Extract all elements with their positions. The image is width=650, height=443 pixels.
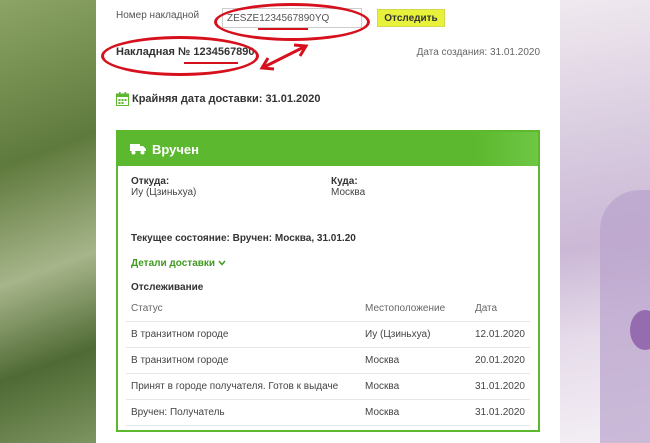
row-date: 20.01.2020 [469,347,530,374]
row-status: В транзитном городе [126,321,361,348]
delivery-deadline-text: Крайняя дата доставки: 31.01.2020 [132,93,321,105]
track-button[interactable]: Отследить [377,9,445,27]
table-header-row: Статус Местоположение Дата [126,296,530,322]
row-location: Москва [360,347,470,374]
row-status: Принят в городе получателя. Готов к выда… [126,373,361,400]
row-date: 31.01.2020 [469,399,530,426]
status-card-header: Вручен [118,132,538,166]
header-date: Дата [469,296,530,322]
row-status: Вручен: Получатель [126,399,361,426]
annotation-double-arrow [259,43,309,71]
created-date: Дата создания: 31.01.2020 [416,47,540,58]
waybill-number-label: Номер накладной [116,10,200,21]
row-status: В транзитном городе [126,347,361,374]
origin-block: Откуда: Иу (Цзиньхуа) [131,176,196,198]
table-row: В транзитном городе Иу (Цзиньхуа) 12.01.… [126,321,530,348]
row-location: Москва [360,373,470,400]
header-status: Статус [126,296,361,322]
background-right [560,0,650,443]
destination-value: Москва [331,187,366,198]
table-row: Вручен: Получатель Москва 31.01.2020 [126,399,530,426]
truck-icon [130,144,146,155]
tracking-title: Отслеживание [131,282,204,293]
background-left [0,0,96,443]
annotation-underline-input [258,28,308,30]
annotation-circle-input [214,3,370,41]
table-row: Принят в городе получателя. Готов к выда… [126,373,530,400]
annotation-circle-waybill [101,36,259,76]
row-date: 31.01.2020 [469,373,530,400]
row-location: Иу (Цзиньхуа) [360,321,470,348]
annotation-underline-waybill [184,62,238,64]
chevron-down-icon [218,260,226,266]
destination-label: Куда: [331,176,358,187]
destination-block: Куда: Москва [331,176,365,198]
tracking-panel: Номер накладной Отследить Накладная № 12… [96,0,560,443]
table-row: В транзитном городе Москва 20.01.2020 [126,347,530,374]
row-location: Москва [360,399,470,426]
tracking-table: Статус Местоположение Дата В транзитном … [126,296,530,426]
current-state: Текущее состояние: Вручен: Москва, 31.01… [131,233,356,244]
row-date: 12.01.2020 [469,321,530,348]
status-card: Вручен Откуда: Иу (Цзиньхуа) Куда: Москв… [116,130,540,432]
status-title: Вручен [152,141,200,157]
origin-value: Иу (Цзиньхуа) [131,187,197,198]
header-location: Местоположение [360,296,470,322]
origin-label: Откуда: [131,176,170,187]
delivery-details-link[interactable]: Детали доставки [131,258,226,269]
delivery-deadline: Крайняя дата доставки: 31.01.2020 [116,92,321,106]
calendar-icon [116,92,129,106]
delivery-details-label: Детали доставки [131,258,216,269]
